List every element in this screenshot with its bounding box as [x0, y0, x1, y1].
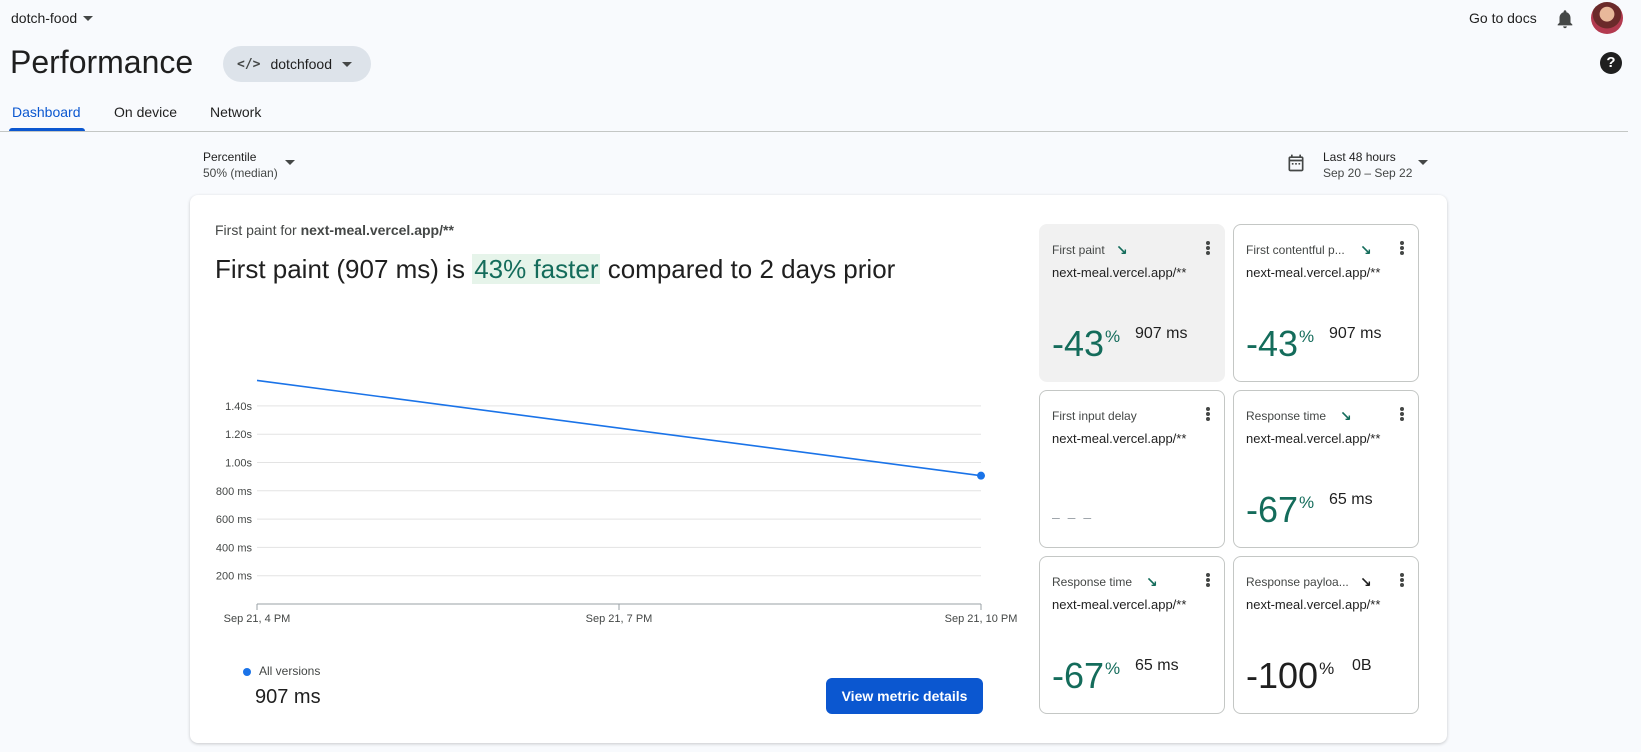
- metric-card-response-payload[interactable]: Response payloa... ↘ next-meal.vercel.ap…: [1233, 556, 1419, 714]
- metric-change: -67%: [1052, 655, 1121, 696]
- metric-url: next-meal.vercel.app/**: [1246, 431, 1381, 446]
- metric-name: First paint: [1052, 243, 1105, 257]
- x-tick-label: Sep 21, 7 PM: [586, 613, 653, 625]
- chevron-down-icon: [341, 61, 352, 67]
- metric-card-first-input-delay[interactable]: First input delay next-meal.vercel.app/*…: [1039, 390, 1225, 548]
- metric-url: next-meal.vercel.app/**: [1052, 597, 1187, 612]
- x-tick-label: Sep 21, 4 PM: [224, 613, 291, 625]
- chevron-down-icon[interactable]: [285, 160, 295, 165]
- tab-dashboard[interactable]: Dashboard: [12, 104, 81, 120]
- chevron-down-icon[interactable]: [1418, 160, 1428, 165]
- metric-value: 65 ms: [1329, 491, 1373, 508]
- trend-down-icon: ↘: [1360, 242, 1372, 258]
- metric-value: 0B: [1352, 657, 1372, 674]
- tab-network[interactable]: Network: [210, 104, 261, 120]
- metric-name: Response time: [1052, 575, 1133, 589]
- y-tick-label: 1.00s: [225, 458, 252, 470]
- series-line: [256, 379, 982, 477]
- data-point: [977, 471, 985, 480]
- metric-change: -43%: [1052, 323, 1121, 364]
- active-tab-indicator: [9, 128, 85, 131]
- metric-url: next-meal.vercel.app/**: [1052, 431, 1187, 446]
- help-icon[interactable]: ?: [1600, 52, 1622, 74]
- tab-on-device[interactable]: On device: [114, 104, 177, 120]
- app-name: dotchfood: [270, 56, 332, 72]
- app-selector-chip[interactable]: </> dotchfood: [223, 46, 371, 82]
- date-range-value: Sep 20 – Sep 22: [1323, 166, 1413, 180]
- metric-name: Response time: [1246, 409, 1327, 423]
- metric-card-first-paint[interactable]: First paint ↘ next-meal.vercel.app/** -4…: [1039, 224, 1225, 382]
- page-title: Performance: [10, 44, 194, 80]
- metric-url: next-meal.vercel.app/**: [1246, 265, 1381, 280]
- calendar-icon[interactable]: [1286, 153, 1306, 173]
- notifications-bell-icon[interactable]: [1554, 8, 1576, 30]
- metric-value: 65 ms: [1135, 657, 1179, 674]
- more-vert-icon[interactable]: [1206, 407, 1210, 421]
- no-data-placeholder: – – –: [1052, 509, 1094, 525]
- avatar[interactable]: [1591, 2, 1623, 34]
- trend-down-icon: ↘: [1340, 408, 1352, 424]
- legend-dot: [243, 668, 251, 676]
- chart-subheading: First paint for next-meal.vercel.app/**: [215, 222, 454, 238]
- percentile-selector[interactable]: Percentile 50% (median): [203, 149, 278, 181]
- more-vert-icon[interactable]: [1400, 407, 1404, 421]
- date-range-label: Last 48 hours: [1323, 150, 1396, 164]
- more-vert-icon[interactable]: [1400, 241, 1404, 255]
- legend-series-value: 907 ms: [255, 686, 321, 708]
- metric-value: 907 ms: [1135, 325, 1188, 342]
- project-name: dotch-food: [11, 10, 78, 26]
- y-tick-label: 400 ms: [216, 542, 253, 554]
- headline-highlight: 43% faster: [472, 254, 601, 284]
- view-metric-details-button[interactable]: View metric details: [826, 678, 983, 714]
- metric-card-first-contentful-paint[interactable]: First contentful p... ↘ next-meal.vercel…: [1233, 224, 1419, 382]
- more-vert-icon[interactable]: [1400, 573, 1404, 587]
- metric-change: -67%: [1246, 489, 1315, 530]
- trend-down-icon: ↘: [1360, 574, 1372, 590]
- go-to-docs-link[interactable]: Go to docs: [1469, 10, 1537, 26]
- tab-bar: Dashboard On device Network: [0, 96, 1628, 132]
- y-tick-label: 1.20s: [225, 429, 252, 441]
- top-bar: dotch-food Go to docs: [0, 0, 1641, 36]
- metric-name: First contentful p...: [1246, 243, 1345, 257]
- metric-card-response-time[interactable]: Response time ↘ next-meal.vercel.app/** …: [1233, 390, 1419, 548]
- legend-series-name: All versions: [259, 664, 321, 678]
- more-vert-icon[interactable]: [1206, 573, 1210, 587]
- metric-url: next-meal.vercel.app/**: [1246, 597, 1381, 612]
- metric-url: next-meal.vercel.app/**: [1052, 265, 1187, 280]
- y-tick-label: 800 ms: [216, 486, 253, 498]
- y-tick-label: 1.40s: [225, 401, 252, 413]
- first-paint-line-chart: 200 ms 400 ms 600 ms 800 ms 1.00s 1.20s 1.40s S…: [216, 379, 1018, 625]
- metric-value: 907 ms: [1329, 325, 1382, 342]
- metric-name: Response payloa...: [1246, 575, 1349, 589]
- x-tick-label: Sep 21, 10 PM: [945, 613, 1018, 625]
- headline: First paint (907 ms) is 43% faster compa…: [215, 254, 896, 284]
- y-tick-label: 600 ms: [216, 514, 253, 526]
- code-icon: </>: [237, 56, 261, 72]
- date-range-selector[interactable]: Last 48 hours Sep 20 – Sep 22: [1323, 149, 1412, 181]
- percentile-value: 50% (median): [203, 166, 278, 180]
- percentile-label: Percentile: [203, 150, 257, 164]
- chevron-down-icon: [83, 15, 94, 21]
- y-tick-label: 200 ms: [216, 571, 253, 583]
- metric-name: First input delay: [1052, 409, 1137, 423]
- more-vert-icon[interactable]: [1206, 241, 1210, 255]
- project-selector[interactable]: dotch-food: [11, 10, 94, 26]
- trend-down-icon: ↘: [1116, 242, 1128, 258]
- metric-card-response-time-2[interactable]: Response time ↘ next-meal.vercel.app/** …: [1039, 556, 1225, 714]
- metric-change: -43%: [1246, 323, 1315, 364]
- metric-change: -100%: [1246, 655, 1335, 696]
- trend-down-icon: ↘: [1146, 574, 1158, 590]
